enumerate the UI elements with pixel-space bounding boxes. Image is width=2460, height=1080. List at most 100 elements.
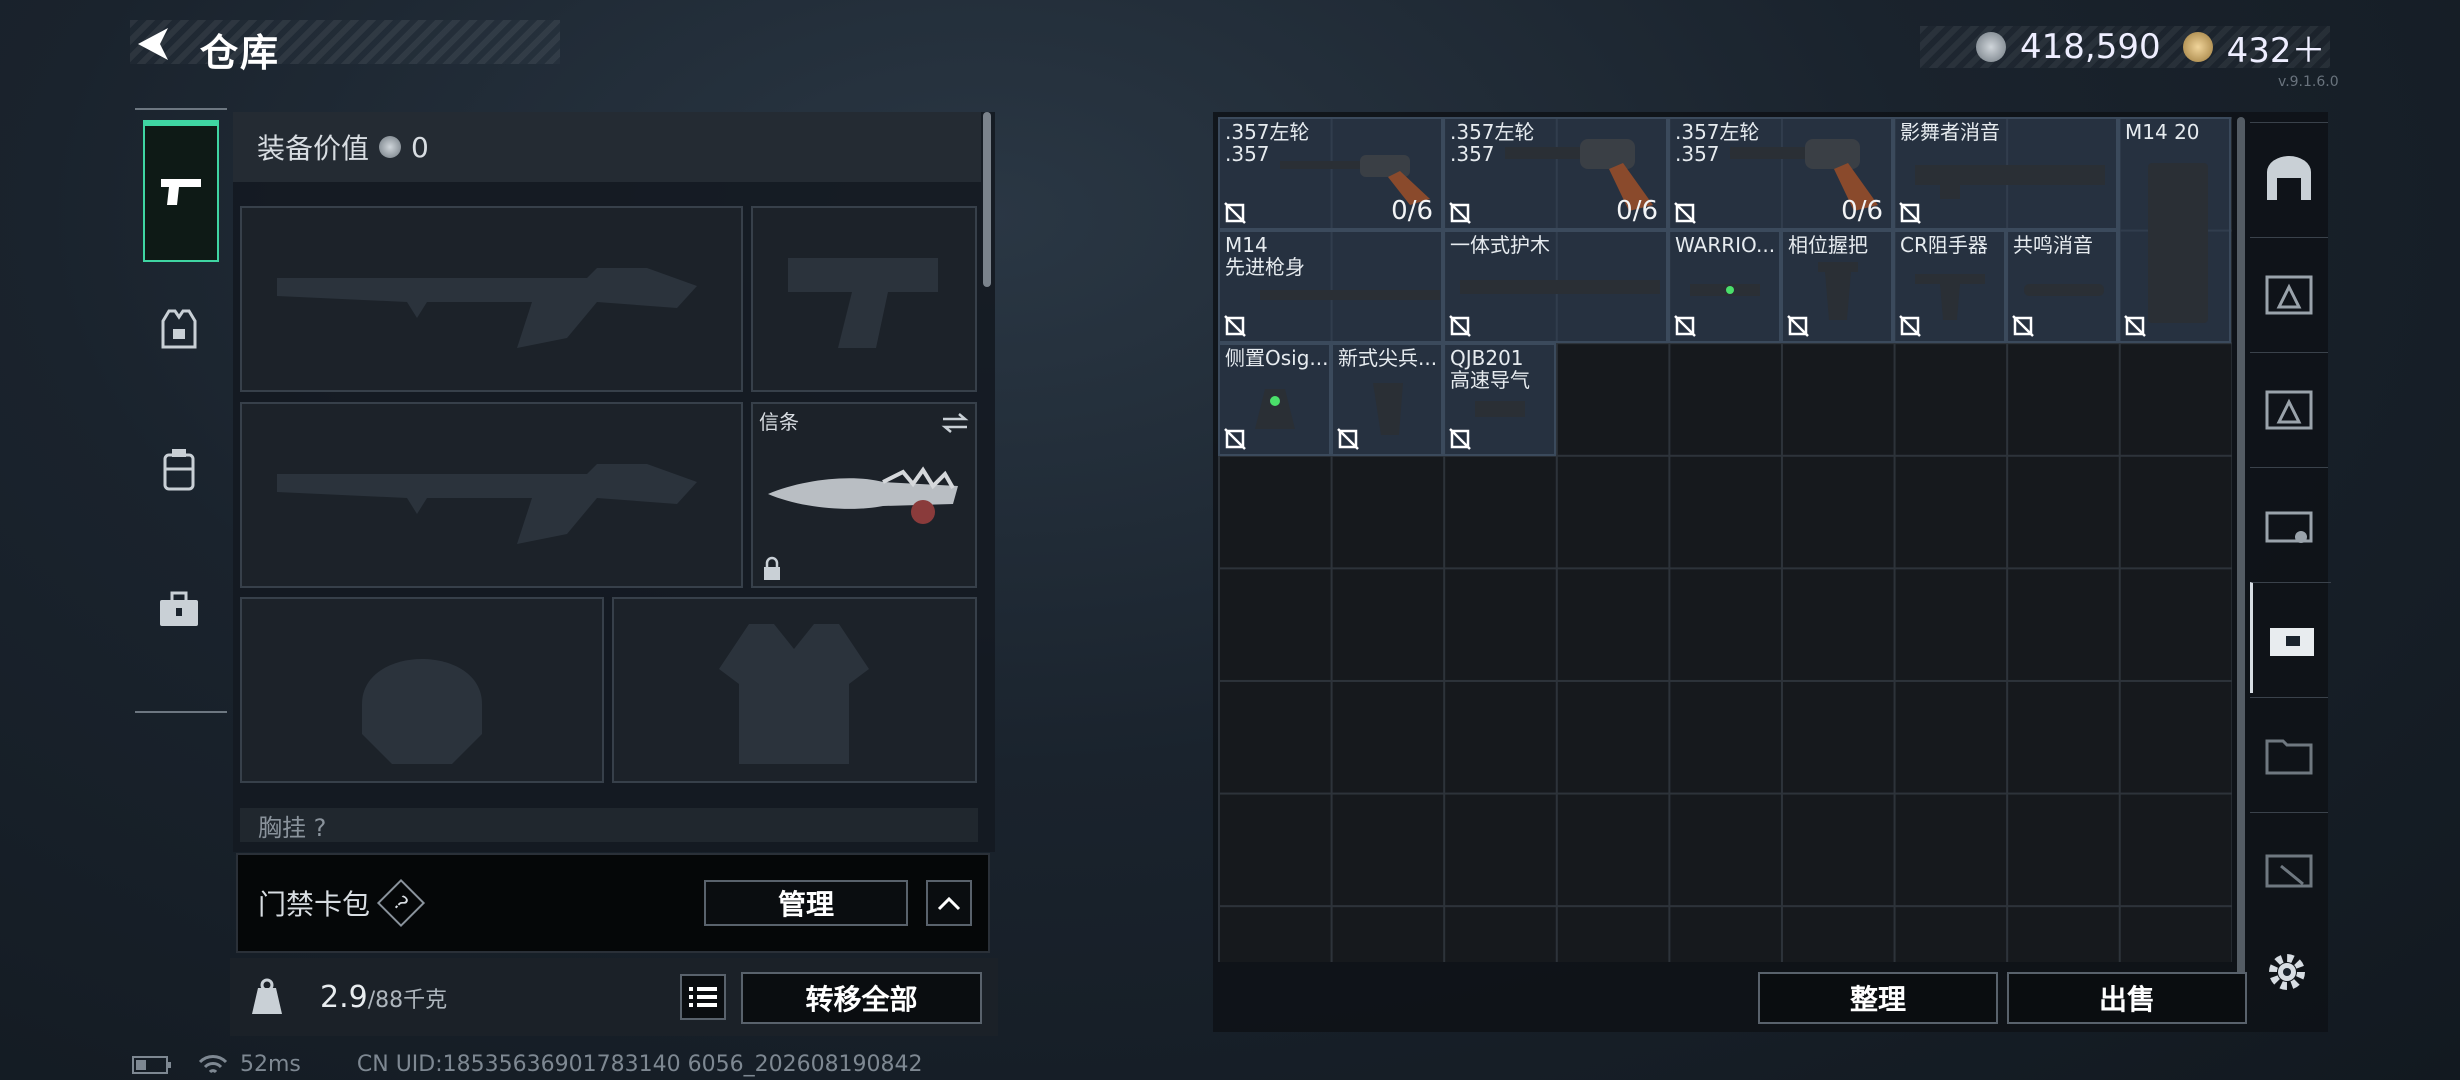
tab-storage-all[interactable] [2250,122,2328,233]
uid-text: CN UID:18535636901783140 6056_2026081908… [356,1052,923,1077]
wifi-icon [198,1054,228,1073]
list-view-button[interactable] [680,974,726,1020]
gas-block-icon [1475,401,1525,417]
weapon-case-icon [2265,511,2313,543]
unbind-icon [2012,315,2034,337]
secondary-weapon-slot[interactable] [240,402,743,588]
unbind-icon [1449,428,1471,450]
storage-item[interactable]: 新式尖兵... [1331,343,1443,456]
tab-storage-g4[interactable] [2250,582,2331,693]
knife-icon [768,466,958,524]
storage-item[interactable]: 共鸣消音 [2006,230,2118,343]
storage-item[interactable]: 一体式护木 [1443,230,1668,343]
unbind-icon [1224,428,1246,450]
tab-storage-g6[interactable] [2250,812,2328,923]
rifle-silhouette-icon [277,268,697,348]
tab-weapons[interactable] [143,120,219,262]
helmet-slot[interactable] [240,597,604,783]
ammo-count: 0/6 [1616,196,1658,226]
tab-armor[interactable] [143,260,215,398]
storage-item[interactable]: .357左轮 .357 0/6 [1218,117,1443,230]
handguard-icon [1915,165,2105,199]
item-name: .357左轮 .357 [1675,120,1760,166]
version-text: v.9.1.6.0 [2278,74,2339,90]
item-name: 共鸣消音 [2013,233,2093,257]
unbind-icon [1899,315,1921,337]
body-armor-slot[interactable] [612,597,977,783]
item-name: M14 20 [2125,120,2200,144]
weapon-case-icon [2270,628,2314,656]
transfer-all-button[interactable]: 转移全部 [741,972,982,1024]
item-name: 影舞者消音 [1900,120,2000,144]
primary-weapon-slot[interactable] [240,206,743,392]
barrel-icon [1260,290,1440,300]
handguard-icon [1460,280,1660,294]
storage-grid[interactable]: .357左轮 .357 0/6 .357左轮 .357 0/6 .357左轮 .… [1218,117,2232,962]
storage-item[interactable]: CR阻手器 [1893,230,2006,343]
storage-item[interactable]: .357左轮 .357 0/6 [1443,117,1668,230]
tab-storage-g3[interactable] [2250,467,2328,578]
storage-item[interactable]: 侧置Osig... [1218,343,1331,456]
item-name: .357左轮 .357 [1225,120,1310,166]
storage-box-icon [2265,390,2313,430]
item-name: WARRIO... [1675,233,1776,257]
equipment-scrollbar[interactable] [983,112,991,287]
weight-readout: 2.9/88千克 [320,980,447,1015]
sell-button[interactable]: 出售 [2007,972,2247,1024]
melee-slot[interactable]: 信条 [751,402,977,588]
helmet-silhouette-icon [362,659,482,764]
vest-silhouette-icon [719,624,869,764]
item-name: 一体式护木 [1450,233,1550,257]
weight-max: /88千克 [367,988,448,1013]
storage-item[interactable]: M14 20 [2118,117,2231,343]
unbind-icon [1224,315,1246,337]
handstop-icon [1915,274,1985,320]
title-bar [130,20,560,64]
equipment-tab-rail [135,108,227,713]
grip-icon [1818,262,1858,320]
help-icon[interactable]: ? [376,878,426,928]
silver-coin-icon [1976,32,2006,62]
storage-item[interactable]: M14 先进枪身 [1218,230,1443,343]
storage-item[interactable]: .357左轮 .357 0/6 [1668,117,1893,230]
unbind-icon [1787,315,1809,337]
storage-box-icon [2265,275,2313,315]
settings-icon[interactable] [2265,950,2309,994]
unbind-icon [1899,202,1921,224]
storage-item[interactable]: 影舞者消音 [1893,117,2118,230]
manage-button[interactable]: 管理 [704,880,908,926]
folder-icon [2265,739,2313,775]
storage-item[interactable]: WARRIO... [1668,230,1781,343]
sidearm-slot[interactable] [751,206,977,392]
storage-item[interactable]: 相位握把 [1781,230,1893,343]
tab-storage-g2[interactable] [2250,352,2328,463]
unbind-icon [1337,428,1359,450]
chest-rig-slot-header[interactable]: 胸挂 ? [240,808,978,842]
item-name: M14 先进枪身 [1225,233,1305,279]
battery-icon [132,1055,171,1074]
tab-storage-g1[interactable] [2250,237,2328,348]
pistol-silhouette-icon [788,258,938,348]
rifle-silhouette-icon [277,464,697,544]
swap-icon[interactable] [941,412,969,434]
item-name: 侧置Osig... [1225,346,1329,370]
back-arrow-icon[interactable] [132,22,176,66]
unbind-icon [2124,315,2146,337]
magazine-icon [2148,163,2208,323]
storage-scrollbar-track[interactable] [2237,117,2245,1012]
gold-amount[interactable]: 432＋ [2227,23,2326,72]
item-name: .357左轮 .357 [1450,120,1535,166]
warehouse-icon [2267,156,2311,200]
sort-button[interactable]: 整理 [1758,972,1998,1024]
laser-icon [1690,284,1760,296]
tab-backpack[interactable] [143,400,215,538]
equipment-value: 0 [411,130,429,164]
tab-storage-g5[interactable] [2250,697,2328,808]
storage-box-icon [2265,854,2313,888]
expand-button[interactable] [926,880,972,926]
melee-slot-label: 信条 [759,410,799,434]
tab-toolbox[interactable] [143,540,215,678]
storage-item[interactable]: QJB201 高速导气 [1443,343,1556,456]
item-name: 相位握把 [1788,233,1868,257]
gold-coin-icon[interactable] [2182,32,2213,62]
